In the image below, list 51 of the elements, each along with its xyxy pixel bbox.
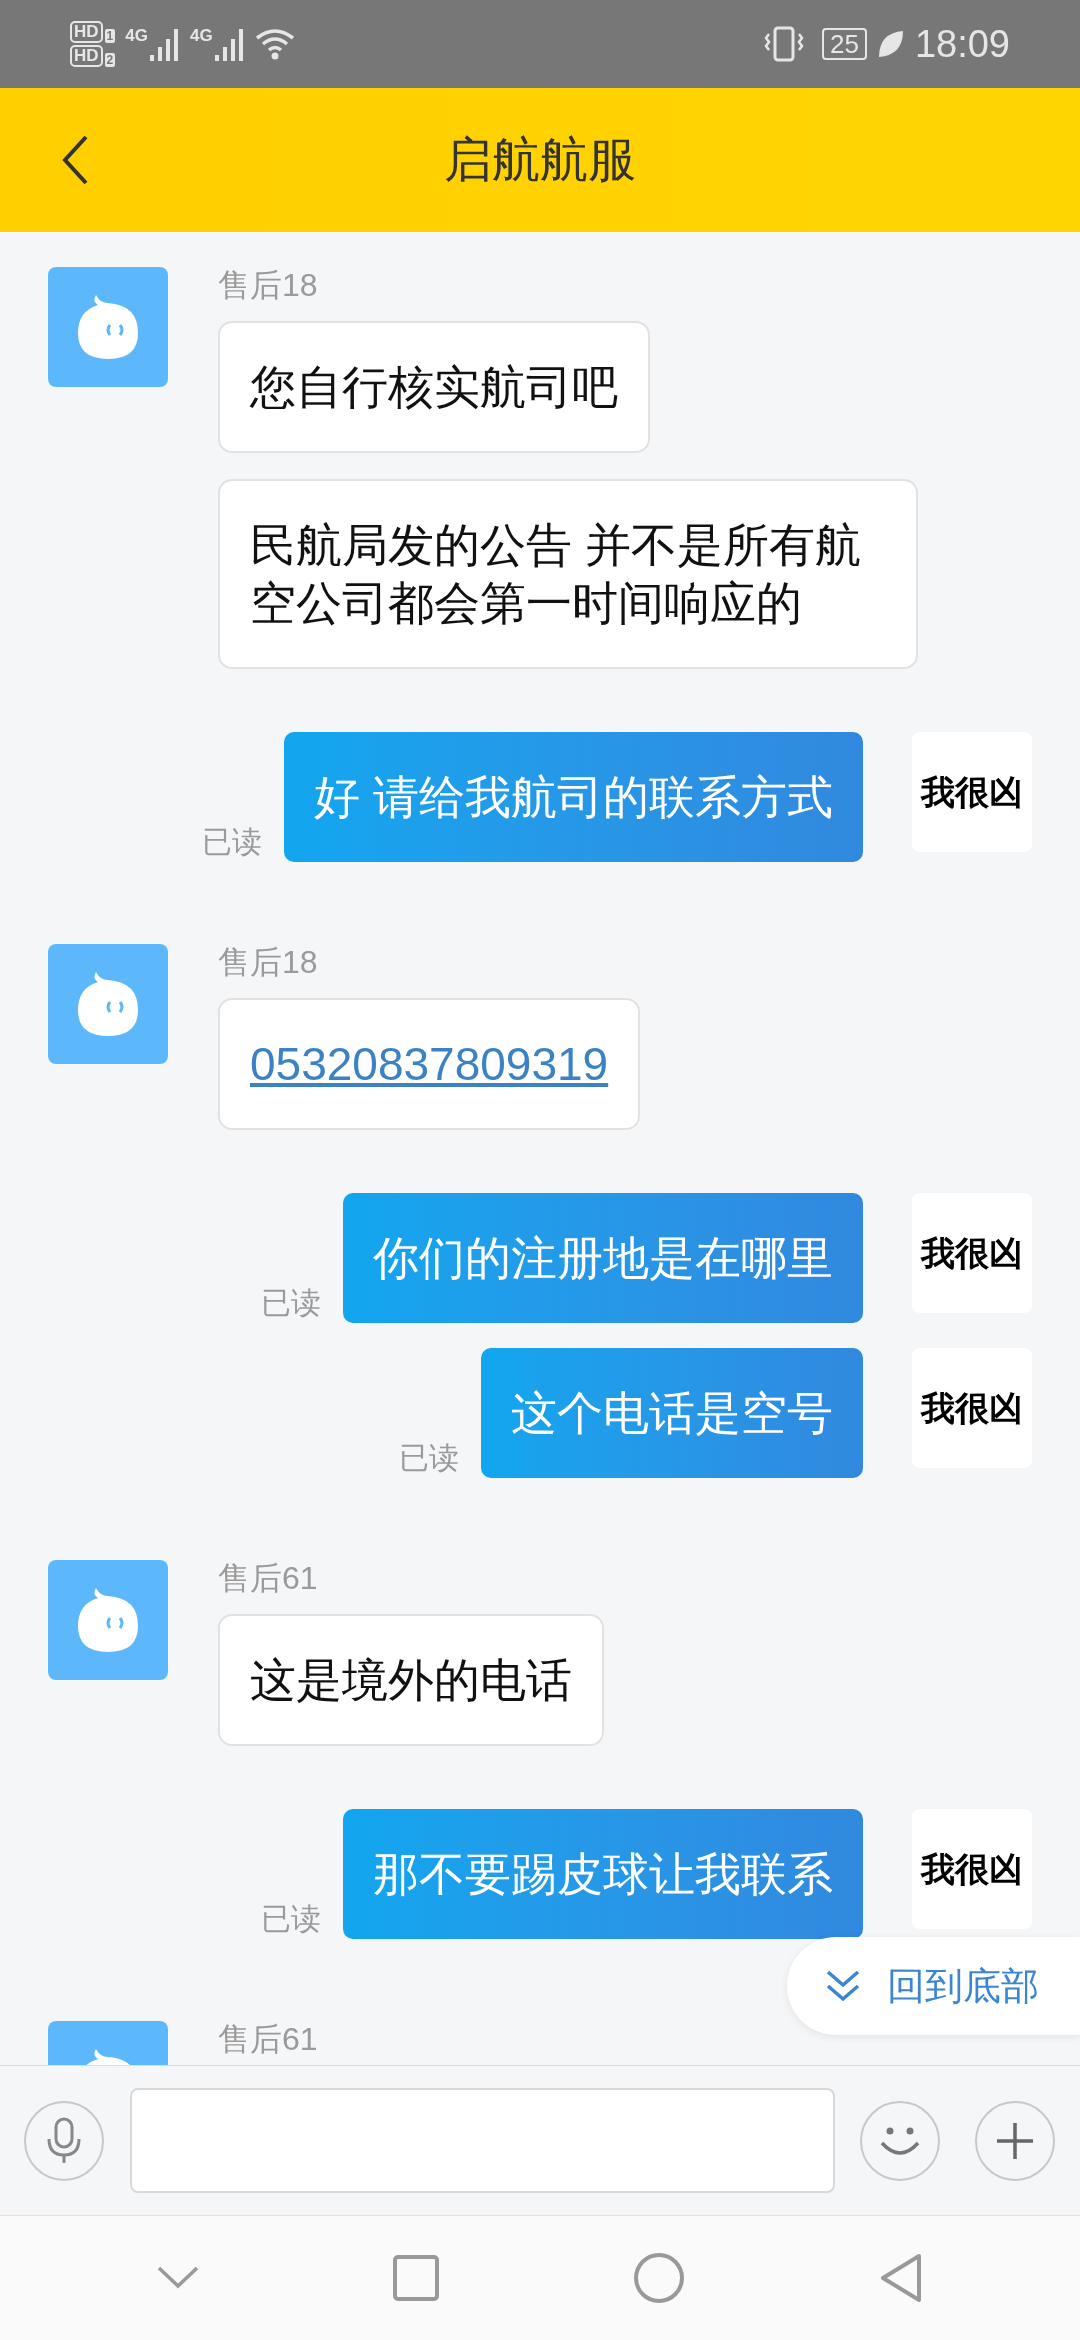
home-button[interactable]: [633, 2252, 685, 2304]
voice-button[interactable]: [24, 2100, 104, 2181]
hd-badge: HD: [70, 45, 103, 67]
network-type: 4G: [189, 27, 213, 45]
message-bubble: 您自行核实航司吧: [218, 321, 650, 453]
user-avatar: 我很凶: [912, 1809, 1032, 1929]
plus-icon: [995, 2120, 1035, 2161]
user-avatar: 我很凶: [912, 1193, 1032, 1313]
sender-name: 售后18: [218, 943, 319, 982]
read-receipt: 已读: [399, 1440, 459, 1476]
microphone-icon: [46, 2116, 82, 2165]
add-button[interactable]: [975, 2100, 1055, 2181]
square-icon: [393, 2255, 439, 2301]
circle-icon: [633, 2252, 685, 2304]
message-input[interactable]: [130, 2088, 835, 2193]
recents-button[interactable]: [393, 2255, 439, 2301]
message-bubble: 民航局发的公告 并不是所有航空公司都会第一时间响应的: [218, 479, 918, 669]
message-bubble: 这是境外的电话: [218, 1614, 604, 1746]
battery-indicator: 25: [822, 28, 867, 60]
sender-name: 售后18: [218, 266, 319, 305]
signal-icon: [149, 27, 180, 61]
chat-title: 启航航服: [444, 132, 636, 188]
read-receipt: 已读: [261, 1901, 321, 1937]
message-bubble: 这个电话是空号: [481, 1348, 863, 1478]
network-type: 4G: [125, 27, 148, 45]
sender-name: 售后61: [218, 1559, 319, 1598]
hd-badge: HD: [70, 21, 103, 43]
wifi-icon: [254, 28, 295, 60]
sim-slot: 1: [104, 29, 116, 43]
clock: 18:09: [914, 21, 1010, 67]
user-avatar: 我很凶: [912, 732, 1032, 852]
message-bubble: 好 请给我航司的联系方式: [284, 732, 863, 862]
back-icon: [62, 135, 88, 185]
message-bubble: 那不要踢皮球让我联系: [343, 1809, 863, 1939]
message-bubble: 你们的注册地是在哪里: [343, 1193, 863, 1323]
chevron-down-icon: [157, 2266, 199, 2290]
user-avatar: 我很凶: [912, 1348, 1032, 1468]
signal-icon: [214, 27, 245, 61]
read-receipt: 已读: [202, 824, 263, 860]
triangle-left-icon: [879, 2253, 923, 2303]
phone-link[interactable]: 05320837809319: [250, 1038, 609, 1090]
sender-name: 售后61: [218, 2020, 318, 2059]
scroll-to-bottom-button[interactable]: 回到底部: [787, 1937, 1080, 2035]
back-nav-button[interactable]: [879, 2253, 923, 2303]
vibrate-icon: [764, 26, 804, 62]
sim-slot: 2: [104, 53, 116, 67]
read-receipt: 已读: [261, 1285, 321, 1321]
hide-navigation-button[interactable]: [157, 2266, 199, 2290]
leaf-icon: [876, 29, 905, 59]
double-chevron-down-icon: [825, 1969, 861, 2003]
emoji-button[interactable]: [860, 2100, 940, 2181]
